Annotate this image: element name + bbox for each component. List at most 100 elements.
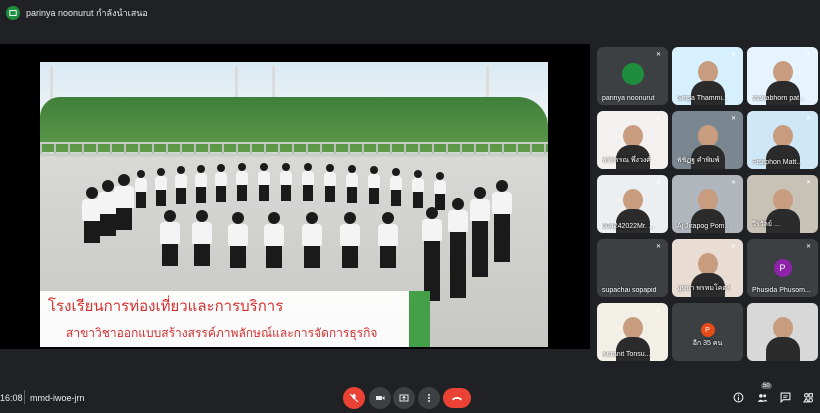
slide-person bbox=[175, 166, 187, 204]
mic-muted-icon: ✕ bbox=[656, 180, 662, 186]
slide-person bbox=[324, 164, 336, 202]
slide-person bbox=[470, 187, 490, 277]
mic-off-icon bbox=[349, 393, 359, 403]
top-bar: parinya noonurut กำลังนำเสนอ bbox=[0, 0, 820, 26]
mic-muted-icon: ✕ bbox=[656, 52, 662, 58]
slide-caption: โรงเรียนการท่องเที่ยวและการบริการ สาขาวิ… bbox=[40, 291, 430, 347]
meeting-code: mmd-iwoe-jrn bbox=[30, 393, 85, 403]
slide-person bbox=[434, 172, 446, 210]
mic-muted-icon: ✕ bbox=[731, 244, 737, 250]
participant-name: อีก 35 คน bbox=[692, 340, 723, 347]
camera-toggle-button[interactable] bbox=[369, 387, 391, 409]
slide-person bbox=[264, 212, 284, 268]
participant-tile[interactable]: ✕ Koranit Tonsu... bbox=[597, 303, 668, 361]
mic-muted-icon: ✕ bbox=[806, 180, 812, 186]
clock-time: 16:08 bbox=[0, 393, 23, 403]
slide-person bbox=[492, 180, 512, 262]
slide-person bbox=[340, 212, 360, 268]
participant-name: Phusida Phusom... bbox=[752, 287, 811, 294]
participant-face bbox=[772, 125, 793, 147]
participant-grid: ✕ parinya noonurut ✕ Siripa Thammi... ✕ thana… bbox=[597, 47, 818, 367]
participant-face bbox=[697, 189, 718, 211]
participant-name: Pisitphon Matt... bbox=[752, 159, 803, 166]
slide-person bbox=[195, 165, 207, 203]
participant-body bbox=[765, 337, 800, 361]
camera-icon bbox=[376, 396, 385, 400]
participant-face bbox=[697, 253, 718, 275]
chat-button[interactable] bbox=[777, 389, 793, 405]
present-button[interactable] bbox=[393, 387, 415, 409]
participant-tile[interactable] bbox=[747, 303, 818, 361]
participant-face bbox=[697, 125, 718, 147]
slide-person bbox=[368, 166, 380, 204]
avatar-letter: P bbox=[773, 259, 792, 277]
divider bbox=[24, 390, 25, 404]
slide-fence bbox=[40, 142, 548, 156]
presenter-avatar bbox=[6, 6, 20, 20]
slide-person bbox=[236, 163, 248, 201]
participant-tile[interactable]: P อีก 35 คน bbox=[672, 303, 743, 361]
participant-tile[interactable]: ✕ 604242022Mr. ... bbox=[597, 175, 668, 233]
slide-person bbox=[302, 212, 322, 268]
participant-tile[interactable]: ✕ บุษบา พรหมโคตร bbox=[672, 239, 743, 297]
participant-tile[interactable]: ✕ Siripa Thammi... bbox=[672, 47, 743, 105]
mic-muted-icon: ✕ bbox=[731, 52, 737, 58]
avatar bbox=[621, 63, 644, 85]
people-button[interactable] bbox=[754, 389, 770, 405]
mic-muted-icon: ✕ bbox=[731, 180, 737, 186]
participant-video bbox=[747, 303, 818, 361]
participant-tile[interactable]: ✕ พรพรรณ พึ่งวงศ์ bbox=[597, 111, 668, 169]
hang-up-icon bbox=[452, 397, 462, 401]
slide-person bbox=[412, 170, 424, 208]
people-icon bbox=[757, 393, 767, 402]
participant-tile[interactable]: ✕ supachai sopapid bbox=[597, 239, 668, 297]
participant-name: พรพรรณ พึ่งวงศ์ bbox=[602, 157, 651, 164]
participant-face bbox=[622, 125, 643, 147]
participant-tile[interactable]: ✕ Pisitphon Matt... bbox=[747, 111, 818, 169]
bottom-bar: 16:08 mmd-iwoe-jrn 50 bbox=[0, 383, 820, 413]
present-screen-icon bbox=[399, 394, 409, 402]
participant-tile[interactable]: ✕ thanabhorn pat... bbox=[747, 47, 818, 105]
slide-person bbox=[155, 168, 167, 206]
meeting-info-button[interactable] bbox=[730, 389, 746, 405]
slide-person bbox=[378, 212, 398, 268]
mic-toggle-button[interactable] bbox=[343, 387, 365, 409]
caption-line-2: สาขาวิชาออกแบบสร้างสรรค์ภาพลักษณ์และการจ… bbox=[66, 326, 378, 340]
mic-muted-icon: ✕ bbox=[806, 116, 812, 122]
participant-name: พิชิฏฐ คำพิมพ์ bbox=[677, 157, 720, 164]
mic-muted-icon: ✕ bbox=[656, 308, 662, 314]
participant-tile[interactable]: ✕ พิชิฏฐ คำพิมพ์ bbox=[672, 111, 743, 169]
slide-person bbox=[215, 164, 227, 202]
participant-tile[interactable]: ✕ Aj Jirapog Pom... bbox=[672, 175, 743, 233]
slide-person bbox=[346, 165, 358, 203]
leave-call-button[interactable] bbox=[443, 388, 471, 408]
participant-tile[interactable]: P ✕ Phusida Phusom... bbox=[747, 239, 818, 297]
presenter-chip[interactable]: parinya noonurut กำลังนำเสนอ bbox=[6, 6, 148, 20]
slide-person bbox=[160, 210, 180, 266]
slide-person bbox=[390, 168, 402, 206]
caption-accent-bar bbox=[409, 291, 430, 347]
slide-person bbox=[280, 163, 292, 201]
slide-person bbox=[114, 174, 134, 230]
participant-face bbox=[622, 317, 643, 339]
slide-person bbox=[448, 198, 468, 298]
participant-name: parinya noonurut bbox=[602, 95, 655, 102]
presentation-slide: โรงเรียนการท่องเที่ยวและการบริการ สาขาวิ… bbox=[40, 62, 548, 347]
present-icon bbox=[9, 10, 17, 16]
participant-face bbox=[697, 61, 718, 83]
participant-name: Aj Jirapog Pom... bbox=[677, 223, 731, 230]
participant-face bbox=[622, 189, 643, 211]
more-options-button[interactable] bbox=[418, 387, 440, 409]
activities-button[interactable] bbox=[800, 389, 816, 405]
participant-tile[interactable]: ✕ วีรวัลย์ ... bbox=[747, 175, 818, 233]
mic-muted-icon: ✕ bbox=[656, 244, 662, 250]
participant-name: supachai sopapid bbox=[602, 287, 657, 294]
slide-person bbox=[135, 170, 147, 208]
participant-face bbox=[772, 61, 793, 83]
mic-muted-icon: ✕ bbox=[806, 52, 812, 58]
participant-tile[interactable]: ✕ parinya noonurut bbox=[597, 47, 668, 105]
participant-name: thanabhorn pat... bbox=[752, 95, 805, 102]
presentation-stage[interactable]: โรงเรียนการท่องเที่ยวและการบริการ สาขาวิ… bbox=[0, 44, 590, 349]
slide-person bbox=[192, 210, 212, 266]
mic-muted-icon: ✕ bbox=[806, 244, 812, 250]
